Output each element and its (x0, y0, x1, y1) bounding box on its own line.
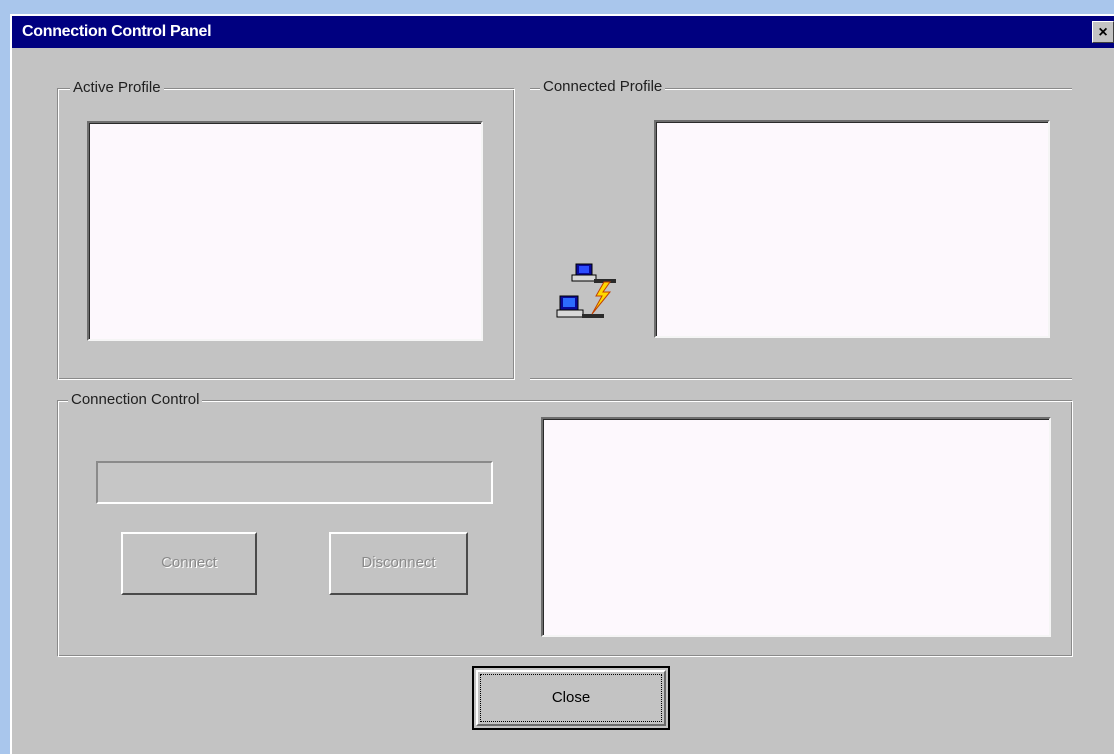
active-profile-list[interactable] (87, 121, 483, 341)
connection-status-field (96, 461, 493, 504)
connection-control-group: Connection Control Connect Disconnect (57, 391, 1073, 657)
close-window-button[interactable]: × (1092, 21, 1114, 43)
window-title: Connection Control Panel (22, 23, 212, 40)
close-button[interactable]: Close (472, 666, 670, 730)
disconnect-button[interactable]: Disconnect (329, 532, 468, 595)
close-button-label: Close (551, 689, 591, 706)
title-bar[interactable]: Connection Control Panel × (12, 16, 1114, 48)
connected-profile-list[interactable] (654, 120, 1050, 338)
active-profile-legend: Active Profile (70, 79, 164, 97)
connected-profile-group: Connected Profile (530, 78, 1072, 380)
connected-profile-bottom-line (530, 378, 1072, 380)
connected-profile-legend: Connected Profile (540, 78, 666, 96)
active-profile-group: Active Profile (57, 79, 515, 380)
network-connection-icon (556, 263, 616, 318)
connection-log-list[interactable] (541, 417, 1051, 637)
connection-control-legend: Connection Control (68, 391, 203, 409)
disconnect-button-label: Disconnect (361, 554, 436, 571)
connect-button[interactable]: Connect (121, 532, 257, 595)
connect-button-label: Connect (161, 554, 217, 571)
connection-control-panel-window: Connection Control Panel × Active Profil… (10, 14, 1114, 754)
